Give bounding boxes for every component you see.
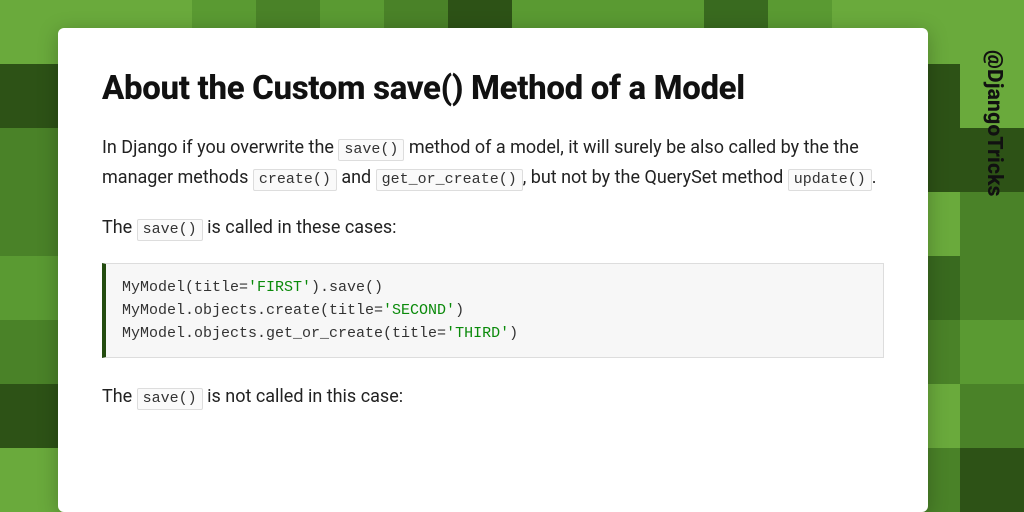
code-save: save()	[338, 139, 404, 161]
text: The	[102, 386, 137, 407]
intro-paragraph: In Django if you overwrite the save() me…	[102, 133, 884, 193]
code-create: create()	[253, 169, 337, 191]
code-block-called: MyModel(title='FIRST').save() MyModel.ob…	[102, 263, 884, 359]
text: and	[337, 167, 376, 188]
text: .	[872, 167, 877, 188]
text: is called in these cases:	[203, 217, 397, 238]
article-card: About the Custom save() Method of a Mode…	[58, 28, 928, 512]
not-called-label: The save() is not called in this case:	[102, 382, 884, 412]
text: , but not by the QuerySet method	[523, 167, 788, 188]
text: The	[102, 217, 137, 238]
text: In Django if you overwrite the	[102, 137, 338, 158]
code-update: update()	[788, 169, 872, 191]
code-save: save()	[137, 388, 203, 410]
called-cases-label: The save() is called in these cases:	[102, 213, 884, 243]
author-handle: @DjangoTricks	[982, 50, 1006, 197]
text: is not called in this case:	[203, 386, 403, 407]
code-get-or-create: get_or_create()	[376, 169, 523, 191]
article-title: About the Custom save() Method of a Mode…	[102, 68, 884, 109]
code-save: save()	[137, 219, 203, 241]
